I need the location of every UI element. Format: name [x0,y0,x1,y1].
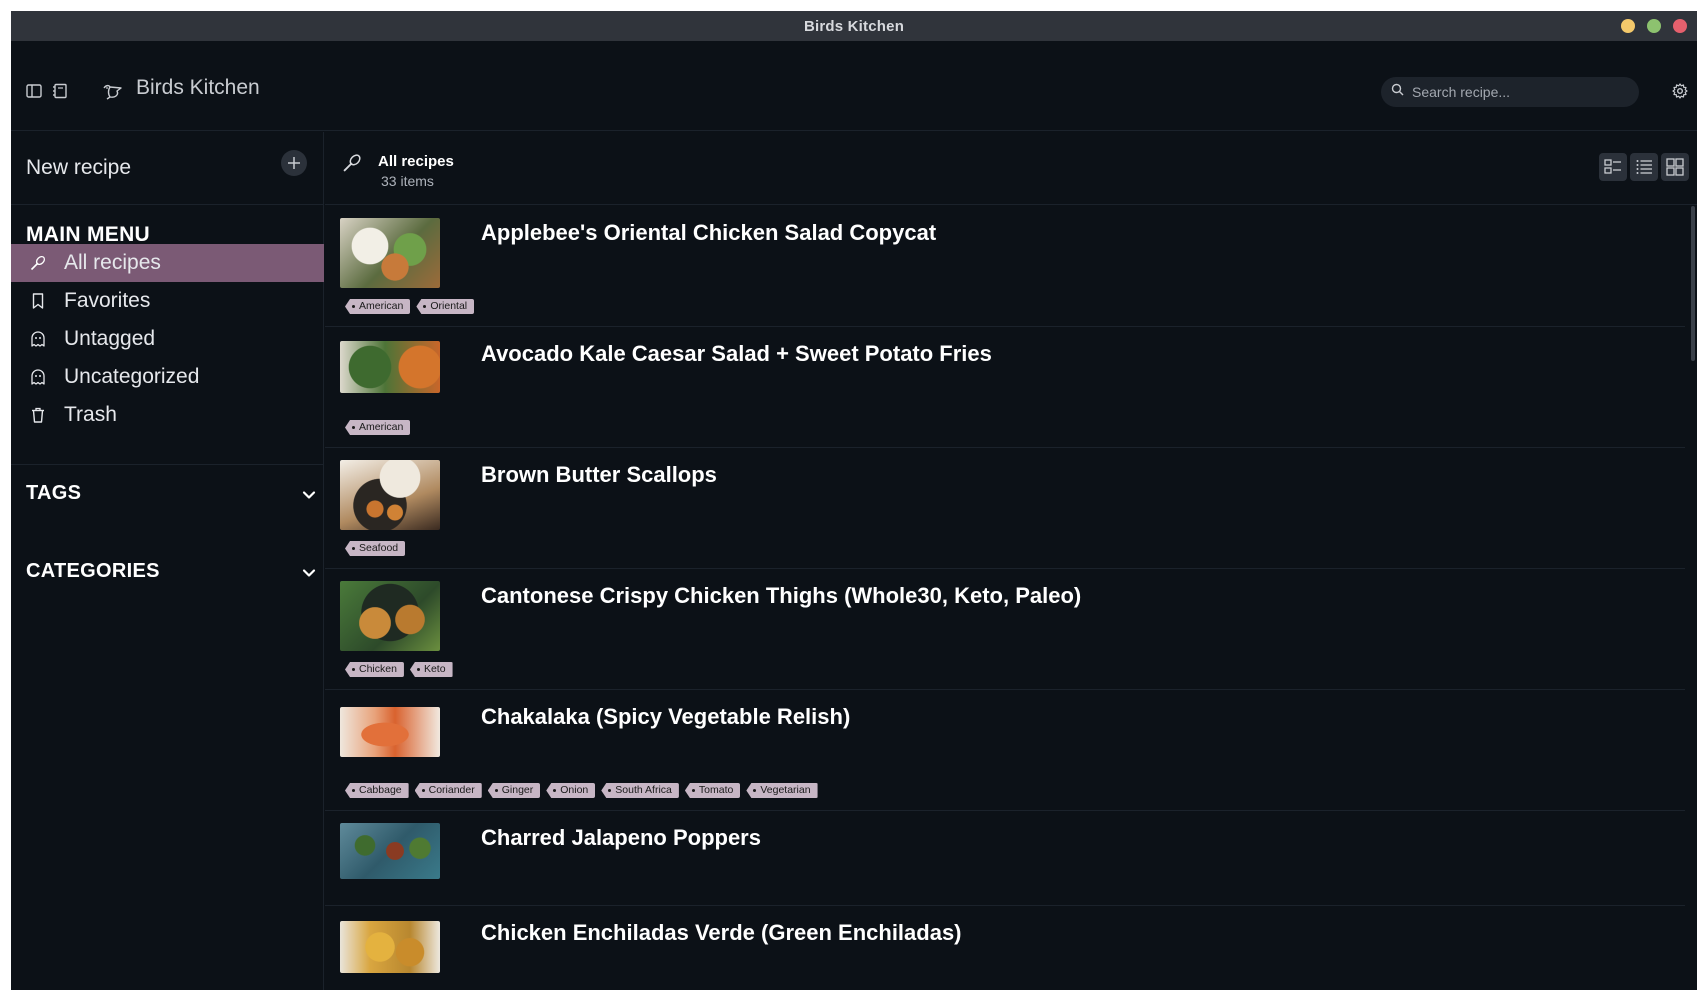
window-title: Birds Kitchen [803,17,905,35]
recipe-title[interactable]: Applebee's Oriental Chicken Salad Copyca… [481,220,936,246]
chevron-down-icon[interactable] [301,565,317,581]
recipe-title[interactable]: Chakalaka (Spicy Vegetable Relish) [481,704,850,730]
sidebar-divider [11,464,324,465]
recipe-title[interactable]: Chicken Enchiladas Verde (Green Enchilad… [481,920,962,946]
tag-chip[interactable]: Seafood [345,541,406,556]
recipe-row[interactable]: Chicken Enchiladas Verde (Green Enchilad… [325,906,1685,990]
add-recipe-button[interactable] [281,150,307,176]
recipe-thumbnail[interactable] [340,218,440,288]
recipe-title[interactable]: Cantonese Crispy Chicken Thighs (Whole30… [481,583,1081,609]
search-box[interactable] [1381,77,1639,107]
sidebar-item-label: Favorites [64,289,151,312]
recipe-title[interactable]: Charred Jalapeno Poppers [481,825,761,851]
ghost-icon [29,330,47,348]
tag-chip[interactable]: South Africa [601,783,679,798]
tag-chip[interactable]: Chicken [345,662,404,677]
app-header: Birds Kitchen [11,41,1697,131]
recipe-row[interactable]: Chakalaka (Spicy Vegetable Relish) Cabba… [325,690,1685,811]
whisk-icon [341,152,363,174]
ghost-icon [29,368,47,386]
tag-chip[interactable]: Tomato [684,783,741,798]
sidebar-item-label: Uncategorized [64,365,200,388]
tag-list: Seafood [345,541,406,556]
sidebar-item-untagged[interactable]: Untagged [11,320,324,358]
window-controls [1621,19,1687,33]
tag-chip[interactable]: Onion [546,783,596,798]
sidebar-item-favorites[interactable]: Favorites [11,282,324,320]
recipe-list: Applebee's Oriental Chicken Salad Copyca… [325,206,1685,990]
new-recipe-label: New recipe [26,156,132,179]
new-recipe-row[interactable]: New recipe [11,132,324,205]
content-header: All recipes 33 items [325,132,1697,205]
recipe-content: All recipes 33 items Applebee's Oriental… [325,132,1697,990]
categories-heading[interactable]: CATEGORIES [26,560,160,583]
recipe-row[interactable]: Cantonese Crispy Chicken Thighs (Whole30… [325,569,1685,690]
recipe-thumbnail[interactable] [340,581,440,651]
plus-icon [288,157,300,169]
recipe-row[interactable]: Applebee's Oriental Chicken Salad Copyca… [325,206,1685,327]
sidebar-item-all-recipes[interactable]: All recipes [11,244,324,282]
tag-chip[interactable]: Keto [409,662,453,677]
recipe-title[interactable]: Avocado Kale Caesar Salad + Sweet Potato… [481,341,992,367]
recipe-thumbnail[interactable] [340,707,440,757]
recipe-row[interactable]: Charred Jalapeno Poppers [325,811,1685,906]
window-titlebar[interactable]: Birds Kitchen [11,11,1697,41]
maximize-button[interactable] [1647,19,1661,33]
list-view-icon [1636,160,1652,174]
sidebar-toggle-icon[interactable] [25,82,43,100]
gear-icon[interactable] [1671,82,1689,100]
list-view-button[interactable] [1630,153,1658,181]
list-detail-view-button[interactable] [1599,153,1627,181]
content-title: All recipes [378,153,454,170]
item-count: 33 items [381,173,434,189]
trash-icon [29,406,47,424]
tags-heading[interactable]: TAGS [26,482,81,505]
tag-chip[interactable]: Ginger [487,783,541,798]
tag-list: Chicken Keto [345,662,453,677]
list-detail-view-icon [1604,159,1621,174]
grid-view-button[interactable] [1661,153,1689,181]
sidebar: New recipe MAIN MENU All recipes Favorit… [11,132,324,990]
sidebar-item-label: Trash [64,403,117,426]
tag-list: Cabbage Coriander Ginger Onion South Afr… [345,783,818,798]
recipe-thumbnail[interactable] [340,921,440,973]
notebook-icon[interactable] [51,82,69,100]
sidebar-item-trash[interactable]: Trash [11,396,324,434]
close-button[interactable] [1673,19,1687,33]
tag-chip[interactable]: Oriental [416,299,475,314]
app-name: Birds Kitchen [136,76,260,99]
tag-chip[interactable]: Coriander [414,783,482,798]
sidebar-item-label: Untagged [64,327,156,350]
recipe-thumbnail[interactable] [340,823,440,879]
sidebar-item-uncategorized[interactable]: Uncategorized [11,358,324,396]
recipe-thumbnail[interactable] [340,341,440,393]
whisk-icon [29,254,47,272]
tag-chip[interactable]: American [345,299,411,314]
tag-chip[interactable]: American [345,420,411,435]
bookmark-icon [29,292,47,310]
sidebar-item-label: All recipes [64,251,161,274]
recipe-row[interactable]: Avocado Kale Caesar Salad + Sweet Potato… [325,327,1685,448]
grid-view-icon [1666,158,1684,176]
recipe-list-scrollbar[interactable] [1691,206,1695,361]
chevron-down-icon[interactable] [301,487,317,503]
search-icon [1391,83,1404,101]
recipe-title[interactable]: Brown Butter Scallops [481,462,717,488]
minimize-button[interactable] [1621,19,1635,33]
recipe-thumbnail[interactable] [340,460,440,530]
tag-chip[interactable]: Cabbage [345,783,409,798]
search-input[interactable] [1412,84,1622,100]
tag-list: American [345,420,411,435]
app-window: Birds Kitchen Birds Kitchen Ne [11,11,1697,990]
tag-list: American Oriental [345,299,475,314]
tag-chip[interactable]: Vegetarian [746,783,818,798]
bird-icon [101,82,125,102]
recipe-row[interactable]: Brown Butter Scallops Seafood [325,448,1685,569]
